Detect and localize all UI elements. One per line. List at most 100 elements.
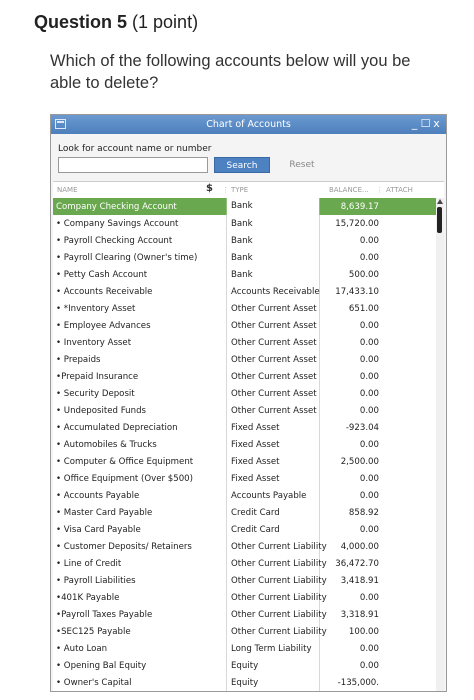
table-row[interactable]: • Customer Deposits/ Retainers Other Curr… (53, 538, 436, 555)
account-type: Accounts Receivable (231, 287, 320, 297)
account-balance: 0.00 (359, 253, 379, 263)
account-balance: 0.00 (359, 661, 379, 671)
account-name: • Security Deposit (56, 389, 135, 399)
account-name: • Company Savings Account (56, 219, 179, 229)
search-input[interactable] (58, 157, 208, 173)
table-row[interactable]: •Payroll Taxes Payable Other Current Liab… (53, 606, 436, 623)
search-button[interactable]: Search (214, 157, 270, 173)
account-type: Other Current Liability (231, 627, 327, 637)
account-type: Credit Card (231, 508, 280, 518)
table-row[interactable]: • Prepaids Other Current Asset 0.00 (53, 351, 436, 368)
table-row[interactable]: • *Inventory Asset Other Current Asset 651… (53, 300, 436, 317)
close-icon[interactable]: x (431, 117, 442, 130)
account-name: • Prepaids (56, 355, 101, 365)
account-type: Other Current Asset (231, 372, 317, 382)
table-row[interactable]: • Line of Credit Other Current Liability 3… (53, 555, 436, 572)
scrollbar-thumb[interactable] (437, 207, 442, 233)
table-row[interactable]: • Accounts Payable Accounts Payable 0.00 (53, 487, 436, 504)
account-name: •Prepaid Insurance (56, 372, 139, 382)
search-label: Look for account name or number (58, 144, 212, 154)
scrollbar[interactable] (436, 198, 444, 691)
account-type: Fixed Asset (231, 440, 280, 450)
minimize-icon[interactable]: _ (409, 117, 420, 130)
account-balance: 100.00 (348, 627, 379, 637)
account-name: •Payroll Taxes Payable (56, 610, 153, 620)
account-balance: 0.00 (359, 525, 379, 535)
account-type: Other Current Asset (231, 406, 317, 416)
table-row[interactable]: •SEC125 Payable Other Current Liability 10… (53, 623, 436, 640)
account-type: Fixed Asset (231, 423, 280, 433)
account-type: Other Current Liability (231, 542, 327, 552)
account-balance: 858.92 (348, 508, 379, 518)
account-type: Other Current Asset (231, 338, 317, 348)
table-row[interactable]: •401K Payable Other Current Liability 0.00 (53, 589, 436, 606)
table-row[interactable]: • Office Equipment (Over $500) Fixed Asse… (53, 470, 436, 487)
account-balance: 0.00 (359, 406, 379, 416)
table-row[interactable]: • Opening Bal Equity Equity 0.00 (53, 657, 436, 674)
table-row[interactable]: • Auto Loan Long Term Liability 0.00 (53, 640, 436, 657)
account-type: Long Term Liability (231, 644, 312, 654)
account-type: Bank (227, 198, 319, 215)
question-points: (1 point) (132, 12, 199, 32)
account-balance: -135,000. (337, 678, 379, 688)
window-controls: _ ☐ x (409, 117, 442, 130)
header-type[interactable]: TYPE (231, 186, 248, 194)
maximize-icon[interactable]: ☐ (420, 117, 431, 130)
account-name: • Owner's Capital (56, 678, 132, 688)
account-name: • *Inventory Asset (56, 304, 136, 314)
account-type: Equity (231, 661, 259, 671)
window-title: Chart of Accounts (206, 119, 291, 130)
scroll-up-icon[interactable] (437, 199, 443, 204)
account-name: • Undeposited Funds (56, 406, 146, 416)
account-balance: 4,000.00 (340, 542, 379, 552)
account-name: • Accumulated Depreciation (56, 423, 178, 433)
table-row[interactable]: • Computer & Office Equipment Fixed Asset… (53, 453, 436, 470)
account-name: • Opening Bal Equity (56, 661, 147, 671)
table-row[interactable]: • Accumulated Depreciation Fixed Asset -92… (53, 419, 436, 436)
account-type: Accounts Payable (231, 491, 307, 501)
table-row[interactable]: • Visa Card Payable Credit Card 0.00 (53, 521, 436, 538)
table-row[interactable]: • Owner's Capital Equity -135,000. (53, 674, 436, 691)
account-name: • Petty Cash Account (56, 270, 148, 280)
account-balance: 3,418.91 (340, 576, 379, 586)
table-row[interactable]: Company Checking Account Bank 8,639.17 (53, 198, 436, 215)
account-name: • Payroll Liabilities (56, 576, 136, 586)
account-name: • Office Equipment (Over $500) (56, 474, 193, 484)
table-row[interactable]: • Payroll Liabilities Other Current Liabi… (53, 572, 436, 589)
table-row[interactable]: • Payroll Checking Account Bank 0.00 (53, 232, 436, 249)
account-type: Other Current Asset (231, 321, 317, 331)
account-type: Other Current Liability (231, 576, 327, 586)
account-name: • Customer Deposits/ Retainers (56, 542, 192, 552)
table-row[interactable]: • Employee Advances Other Current Asset 0.… (53, 317, 436, 334)
table-row[interactable]: • Payroll Clearing (Owner's time) Bank 0.0… (53, 249, 436, 266)
header-balance[interactable]: BALANCE... (329, 186, 369, 194)
header-name[interactable]: NAME (57, 186, 78, 194)
header-dollar[interactable]: $ (206, 183, 213, 194)
table-row[interactable]: • Petty Cash Account Bank 500.00 (53, 266, 436, 283)
account-name: •SEC125 Payable (56, 627, 131, 637)
reset-button[interactable]: Reset (277, 157, 327, 173)
table-row[interactable]: • Security Deposit Other Current Asset 0.0… (53, 385, 436, 402)
table-row[interactable]: • Automobiles & Trucks Fixed Asset 0.00 (53, 436, 436, 453)
table-row[interactable]: • Undeposited Funds Other Current Asset 0.… (53, 402, 436, 419)
account-balance: -923.04 (345, 423, 379, 433)
account-type: Other Current Asset (231, 304, 317, 314)
table-row[interactable]: • Inventory Asset Other Current Asset 0.00 (53, 334, 436, 351)
account-balance: 0.00 (359, 474, 379, 484)
header-attach[interactable]: ATTACH (386, 186, 413, 194)
account-name: • Master Card Payable (56, 508, 153, 518)
question-number: Question 5 (34, 12, 128, 32)
account-balance: 651.00 (348, 304, 379, 314)
account-name: • Auto Loan (56, 644, 108, 654)
table-row[interactable]: • Accounts Receivable Accounts Receivable… (53, 283, 436, 300)
table-row[interactable]: • Company Savings Account Bank 15,720.00 (53, 215, 436, 232)
account-name: • Payroll Checking Account (56, 236, 173, 246)
table-row[interactable]: • Master Card Payable Credit Card 858.92 (53, 504, 436, 521)
question-text: Which of the following accounts below wi… (50, 52, 411, 92)
account-name: • Computer & Office Equipment (56, 457, 194, 467)
account-type: Other Current Liability (231, 559, 327, 569)
question-title: Question 5 (1 point) (34, 12, 198, 33)
table-row[interactable]: •Prepaid Insurance Other Current Asset 0.0… (53, 368, 436, 385)
window-titlebar[interactable]: Chart of Accounts _ ☐ x (51, 115, 446, 134)
account-name: • Visa Card Payable (56, 525, 141, 535)
